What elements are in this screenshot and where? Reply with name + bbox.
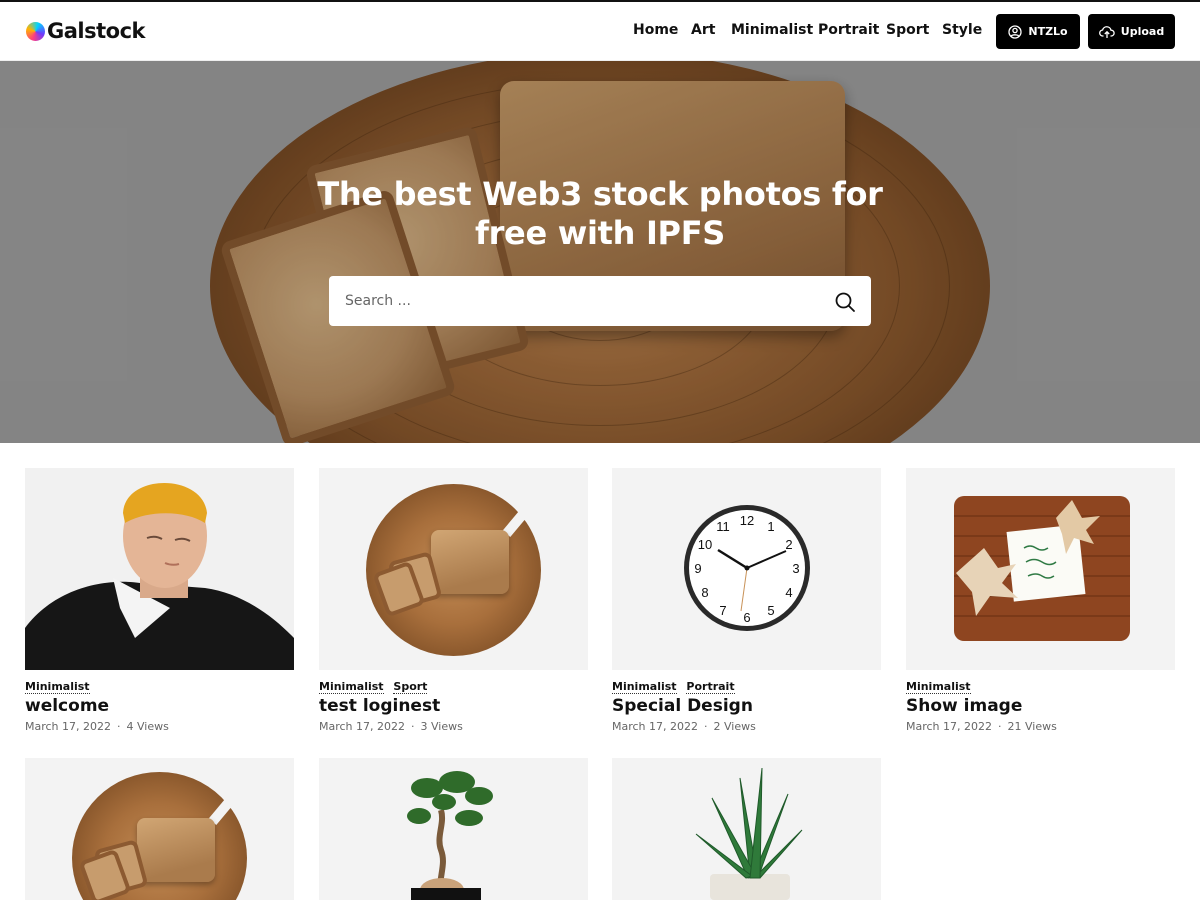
nav-minimalist[interactable]: Minimalist xyxy=(731,22,813,38)
svg-text:12: 12 xyxy=(740,513,754,528)
nav-portrait[interactable]: Portrait xyxy=(818,22,879,38)
account-label: NTZLo xyxy=(1028,25,1068,38)
svg-text:4: 4 xyxy=(785,585,792,600)
search-icon[interactable] xyxy=(834,291,856,313)
svg-text:11: 11 xyxy=(716,519,730,534)
tag-link[interactable]: Portrait xyxy=(686,680,735,694)
upload-label: Upload xyxy=(1120,25,1165,38)
svg-text:7: 7 xyxy=(719,603,726,618)
svg-text:5: 5 xyxy=(767,603,774,618)
tag-link[interactable]: Minimalist xyxy=(612,680,677,694)
card-image-knit[interactable] xyxy=(906,468,1175,670)
card-tags: Minimalist xyxy=(906,680,977,694)
clock-icon: 12 1 2 3 4 5 6 7 8 9 10 11 xyxy=(612,468,881,670)
card-date: March 17, 2022 xyxy=(906,720,993,733)
svg-text:9: 9 xyxy=(694,561,701,576)
card-image-bread[interactable] xyxy=(25,758,294,900)
upload-button[interactable]: Upload xyxy=(1088,14,1175,49)
card-title[interactable]: welcome xyxy=(25,696,109,716)
card-meta: March 17, 2022 · 4 Views xyxy=(25,720,169,733)
card-meta: March 17, 2022 · 3 Views xyxy=(319,720,463,733)
card-views: 21 Views xyxy=(1007,720,1057,733)
card-image-portrait[interactable] xyxy=(25,468,294,670)
card-views: 3 Views xyxy=(420,720,463,733)
tag-link[interactable]: Minimalist xyxy=(319,680,384,694)
card-date: March 17, 2022 xyxy=(612,720,699,733)
card-tags: Minimalist Portrait xyxy=(612,680,741,694)
card-views: 2 Views xyxy=(713,720,756,733)
hero-section: The best Web3 stock photos for free with… xyxy=(0,61,1200,443)
card-tags: Minimalist Sport xyxy=(319,680,433,694)
account-button[interactable]: NTZLo xyxy=(996,14,1080,49)
card-views: 4 Views xyxy=(126,720,169,733)
card-meta: March 17, 2022 · 2 Views xyxy=(612,720,756,733)
card-title[interactable]: test loginest xyxy=(319,696,440,716)
logo-text: Galstock xyxy=(47,19,146,43)
search-box xyxy=(329,276,871,326)
svg-text:3: 3 xyxy=(792,561,799,576)
card-date: March 17, 2022 xyxy=(25,720,112,733)
logo-mark-icon xyxy=(26,21,45,41)
nav-home[interactable]: Home xyxy=(633,22,678,38)
nav-art[interactable]: Art xyxy=(691,22,715,38)
svg-text:2: 2 xyxy=(785,537,792,552)
nav-sport[interactable]: Sport xyxy=(886,22,929,38)
cloud-upload-icon xyxy=(1098,25,1115,39)
card-meta: March 17, 2022 · 21 Views xyxy=(906,720,1057,733)
svg-text:1: 1 xyxy=(767,519,774,534)
hero-title: The best Web3 stock photos for free with… xyxy=(317,175,883,252)
svg-text:8: 8 xyxy=(701,585,708,600)
card-tags: Minimalist xyxy=(25,680,96,694)
logo[interactable]: Galstock xyxy=(26,19,146,43)
site-header: Galstock Home Art Minimalist Portrait Sp… xyxy=(0,2,1200,61)
svg-text:6: 6 xyxy=(743,610,750,625)
tag-link[interactable]: Sport xyxy=(393,680,428,694)
card-date: March 17, 2022 xyxy=(319,720,406,733)
svg-text:10: 10 xyxy=(698,537,712,552)
card-image-aloe[interactable] xyxy=(612,758,881,900)
card-title[interactable]: Special Design xyxy=(612,696,753,716)
nav-style[interactable]: Style xyxy=(942,22,982,38)
card-image-bonsai[interactable] xyxy=(319,758,588,900)
tag-link[interactable]: Minimalist xyxy=(25,680,90,694)
card-image-clock[interactable]: 12 1 2 3 4 5 6 7 8 9 10 11 xyxy=(612,468,881,670)
search-input[interactable] xyxy=(345,276,815,326)
user-circle-icon xyxy=(1008,24,1023,39)
card-title[interactable]: Show image xyxy=(906,696,1022,716)
tag-link[interactable]: Minimalist xyxy=(906,680,971,694)
card-image-bread[interactable] xyxy=(319,468,588,670)
